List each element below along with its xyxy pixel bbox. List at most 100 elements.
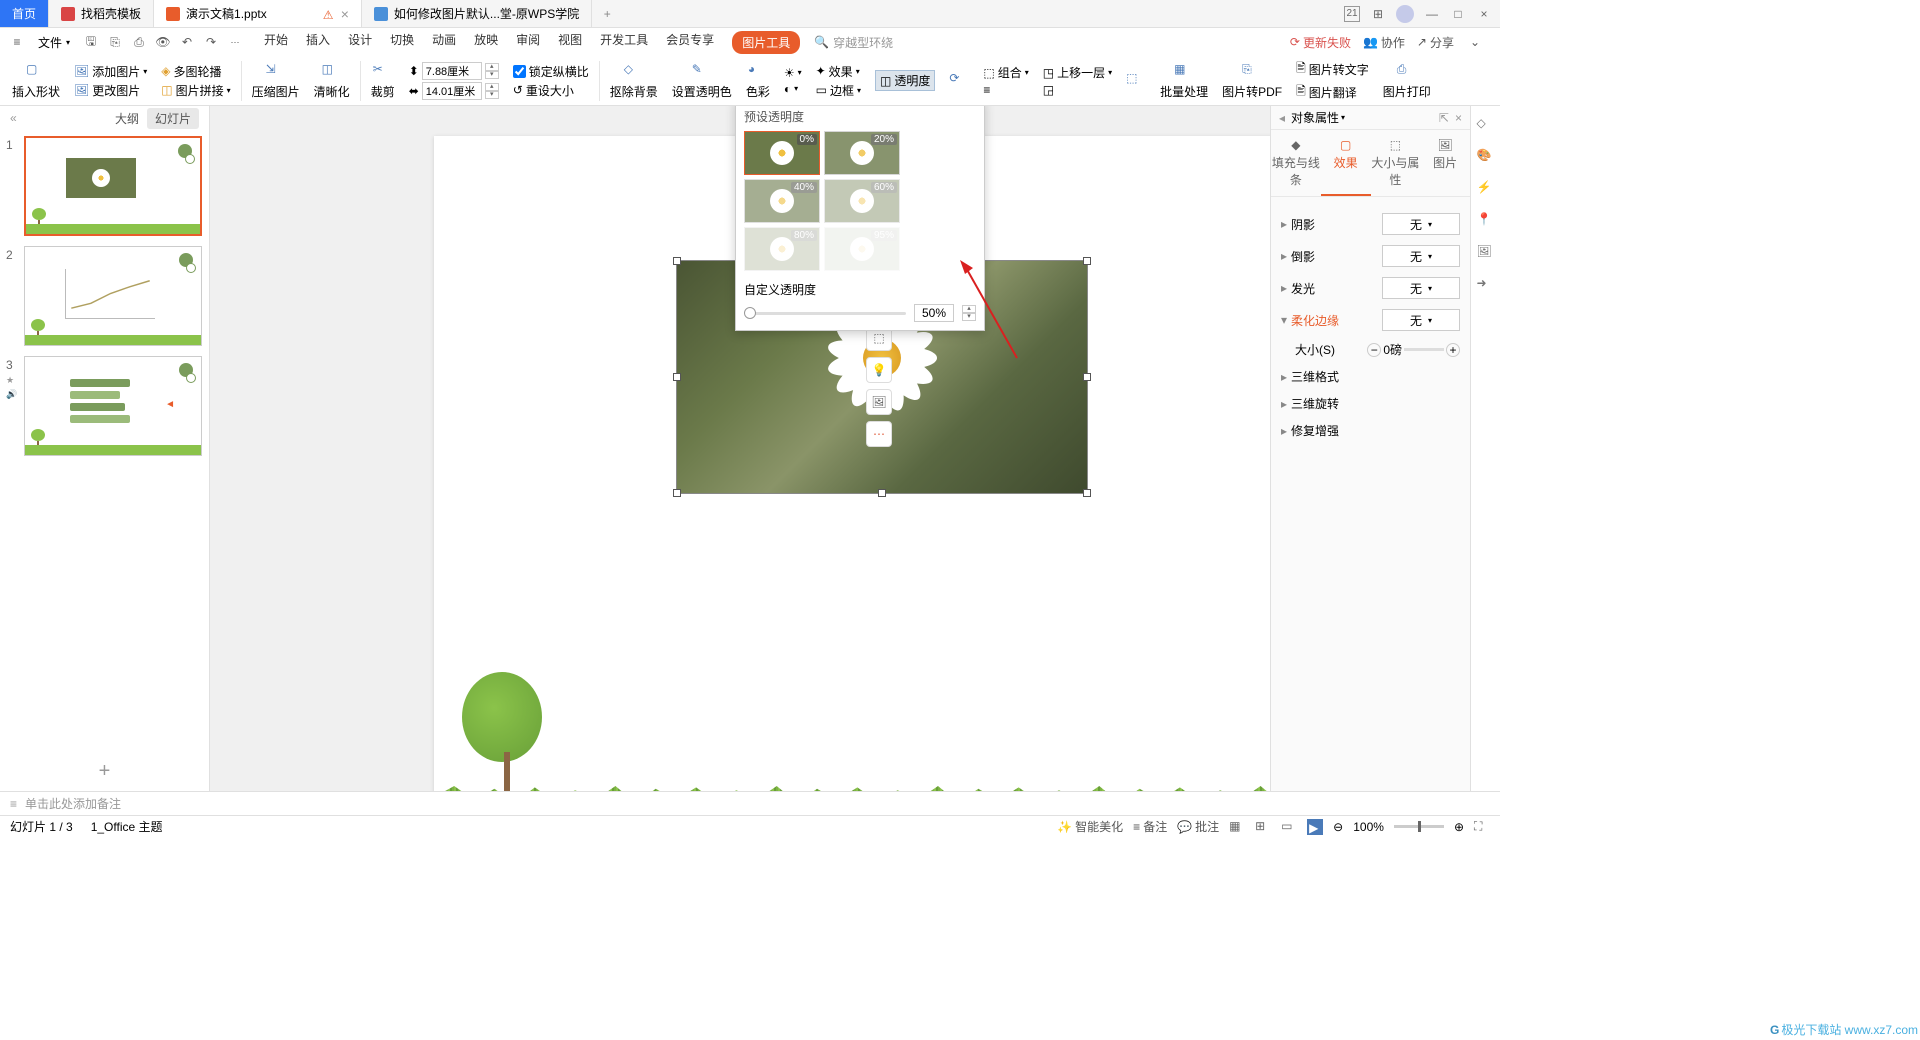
width-input[interactable]: ⬌▴▾ bbox=[409, 82, 499, 100]
menu-tab-slideshow[interactable]: 放映 bbox=[474, 31, 498, 54]
panel-close-icon[interactable]: × bbox=[1455, 111, 1462, 125]
lock-ratio-checkbox[interactable]: 锁定纵横比 bbox=[513, 63, 589, 80]
zoom-out-button[interactable]: ⊖ bbox=[1333, 820, 1343, 834]
resize-handle[interactable] bbox=[878, 489, 886, 497]
set-trans-color-button[interactable]: ✎设置透明色 bbox=[672, 62, 732, 100]
ft-bulb-icon[interactable]: 💡 bbox=[866, 357, 892, 383]
tab-add-button[interactable]: + bbox=[592, 0, 622, 27]
add-slide-button[interactable]: + bbox=[0, 751, 209, 791]
maximize-icon[interactable]: □ bbox=[1450, 6, 1466, 22]
more-qat-icon[interactable]: ⋯ bbox=[226, 33, 244, 51]
pic-to-text-button[interactable]: 🖹图片转文字 bbox=[1296, 59, 1369, 80]
update-fail[interactable]: ⟳更新失败 bbox=[1290, 34, 1351, 51]
notes-bar[interactable]: ≡ 单击此处添加备注 bbox=[0, 791, 1500, 815]
brightness-button[interactable]: ☀▾ bbox=[784, 66, 802, 80]
transparency-input[interactable] bbox=[914, 304, 954, 322]
close-icon[interactable]: × bbox=[341, 6, 349, 22]
color-button[interactable]: ◕色彩 bbox=[746, 62, 770, 100]
slides-tab[interactable]: 幻灯片 bbox=[147, 108, 199, 129]
resize-handle[interactable] bbox=[673, 489, 681, 497]
st-lightning-icon[interactable]: ⚡ bbox=[1477, 180, 1495, 198]
tab-templates[interactable]: 找稻壳模板 bbox=[49, 0, 154, 27]
badge-icon[interactable]: 21 bbox=[1344, 6, 1360, 22]
outline-tab[interactable]: 大纲 bbox=[115, 110, 139, 127]
glow-select[interactable]: 无▾ bbox=[1382, 277, 1460, 299]
redo-icon[interactable]: ↷ bbox=[202, 33, 220, 51]
close-window-icon[interactable]: × bbox=[1476, 6, 1492, 22]
st-arrow-icon[interactable]: ➜ bbox=[1477, 276, 1495, 294]
rp-tab-size[interactable]: ⬚大小与属性 bbox=[1371, 130, 1421, 196]
reflection-select[interactable]: 无▾ bbox=[1382, 245, 1460, 267]
preset-80[interactable]: 80% bbox=[744, 227, 820, 271]
shadow-select[interactable]: 无▾ bbox=[1382, 213, 1460, 235]
slide-thumb-1[interactable] bbox=[24, 136, 202, 236]
preview-icon[interactable]: 👁 bbox=[154, 33, 172, 51]
slide-thumb-3[interactable]: ◄ bbox=[24, 356, 202, 456]
menu-tab-view[interactable]: 视图 bbox=[558, 31, 582, 54]
menu-tab-pictools[interactable]: 图片工具 bbox=[732, 31, 800, 54]
menu-tab-start[interactable]: 开始 bbox=[264, 31, 288, 54]
zoom-slider[interactable] bbox=[1394, 825, 1444, 828]
preset-95[interactable]: 95% bbox=[824, 227, 900, 271]
view-reading-icon[interactable]: ▭ bbox=[1281, 819, 1297, 835]
menu-tab-design[interactable]: 设计 bbox=[348, 31, 372, 54]
slide-thumb-2[interactable] bbox=[24, 246, 202, 346]
beautify-button[interactable]: ✨智能美化 bbox=[1057, 818, 1123, 835]
panel-pin-icon[interactable]: ⇱ bbox=[1439, 111, 1449, 125]
undo-icon[interactable]: ↶ bbox=[178, 33, 196, 51]
new-icon[interactable]: ⎘ bbox=[106, 33, 124, 51]
menu-tab-vip[interactable]: 会员专享 bbox=[666, 31, 714, 54]
insert-shape-button[interactable]: ▢插入形状 bbox=[12, 62, 60, 100]
crop-button[interactable]: ✂裁剪 bbox=[371, 62, 395, 100]
rp-tab-fill[interactable]: ◆填充与线条 bbox=[1271, 130, 1321, 196]
sharpen-button[interactable]: ◫清晰化 bbox=[314, 62, 350, 100]
effect-button[interactable]: ✦效果▾ bbox=[816, 63, 861, 80]
save-icon[interactable]: 🖫 bbox=[82, 33, 100, 51]
resize-handle[interactable] bbox=[673, 257, 681, 265]
send-back-button[interactable]: ◲ bbox=[1043, 83, 1112, 97]
view-sorter-icon[interactable]: ⊞ bbox=[1255, 819, 1271, 835]
canvas-area[interactable]: ☰ 🔍 ⬚ 💡 🖼 ⋯ 预设透明度 0% 20% 40% 60% 80% 95%… bbox=[210, 106, 1270, 791]
resize-handle[interactable] bbox=[1083, 373, 1091, 381]
preset-20[interactable]: 20% bbox=[824, 131, 900, 175]
avatar-icon[interactable] bbox=[1396, 5, 1414, 23]
annotate-button[interactable]: 💬批注 bbox=[1177, 818, 1219, 835]
resize-handle[interactable] bbox=[673, 373, 681, 381]
fit-icon[interactable]: ⛶ bbox=[1474, 819, 1490, 835]
align-button[interactable]: ≡ bbox=[983, 83, 1028, 97]
menu-tab-animation[interactable]: 动画 bbox=[432, 31, 456, 54]
file-menu[interactable]: 文件▾ bbox=[32, 32, 76, 53]
menu-tab-transition[interactable]: 切换 bbox=[390, 31, 414, 54]
combine-button[interactable]: ⬚组合▾ bbox=[983, 64, 1028, 81]
tab-home[interactable]: 首页 bbox=[0, 0, 49, 27]
resize-handle[interactable] bbox=[1083, 489, 1091, 497]
add-picture-button[interactable]: 🖼添加图片▾ bbox=[74, 63, 147, 80]
size-slider[interactable] bbox=[1404, 348, 1444, 351]
size-minus-button[interactable]: − bbox=[1367, 343, 1381, 357]
ft-more-icon[interactable]: ⋯ bbox=[866, 421, 892, 447]
pic-to-pdf-button[interactable]: ⎘图片转PDF bbox=[1222, 62, 1282, 100]
st-diamond-icon[interactable]: ◇ bbox=[1477, 116, 1495, 134]
minimize-icon[interactable]: — bbox=[1424, 6, 1440, 22]
menu-tab-review[interactable]: 审阅 bbox=[516, 31, 540, 54]
remove-bg-button[interactable]: ◇抠除背景 bbox=[610, 62, 658, 100]
zoom-value[interactable]: 100% bbox=[1353, 820, 1384, 834]
pic-translate-button[interactable]: 🖹图片翻译 bbox=[1296, 82, 1369, 103]
tab-document[interactable]: 演示文稿1.pptx⚠× bbox=[154, 0, 362, 27]
menu-tab-insert[interactable]: 插入 bbox=[306, 31, 330, 54]
grid-icon[interactable]: ⊞ bbox=[1370, 6, 1386, 22]
multi-outline-button[interactable]: ◈多图轮播 bbox=[161, 63, 230, 80]
resize-handle[interactable] bbox=[1083, 257, 1091, 265]
preset-60[interactable]: 60% bbox=[824, 179, 900, 223]
picture-join-button[interactable]: ◫图片拼接▾ bbox=[161, 82, 230, 99]
coop-button[interactable]: 👥协作 bbox=[1363, 34, 1405, 51]
ribbon-search[interactable]: 🔍 穿越型环绕 bbox=[814, 34, 893, 51]
compress-button[interactable]: ⇲压缩图片 bbox=[252, 62, 300, 100]
ribbon-collapse-icon[interactable]: ⌄ bbox=[1466, 33, 1484, 51]
view-slideshow-icon[interactable]: ▶ bbox=[1307, 819, 1323, 835]
tab-help[interactable]: 如何修改图片默认...堂-原WPS学院 bbox=[362, 0, 592, 27]
st-palette-icon[interactable]: 🎨 bbox=[1477, 148, 1495, 166]
reset-size-button[interactable]: ↺重设大小 bbox=[513, 82, 589, 99]
change-picture-button[interactable]: 🖼更改图片 bbox=[74, 82, 147, 99]
menu-icon[interactable]: ≡ bbox=[8, 33, 26, 51]
